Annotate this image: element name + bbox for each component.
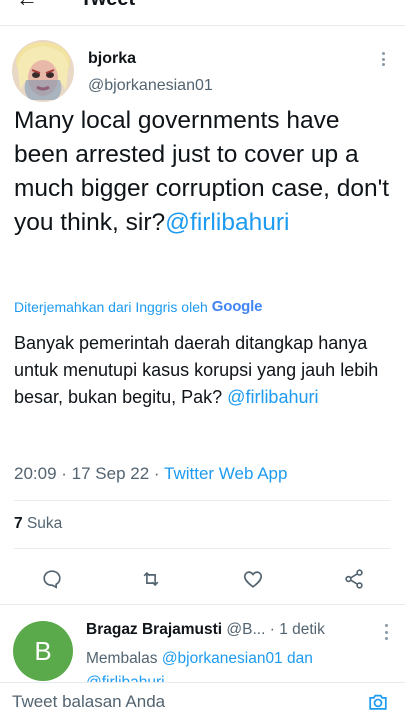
heart-icon[interactable] [240, 566, 266, 592]
reply-composer [0, 682, 405, 720]
more-options-icon[interactable] [375, 48, 391, 70]
translation-body: Banyak pemerintah daerah ditangkap hanya… [14, 333, 379, 407]
share-icon[interactable] [341, 566, 367, 592]
translated-by-label: Diterjemahkan dari Inggris oleh [14, 298, 208, 315]
reply-to-link-2[interactable]: @firlibahuri [86, 674, 165, 682]
top-bar: ← Tweet [0, 0, 405, 26]
tweet-mention-link[interactable]: @firlibahuri [165, 209, 289, 236]
camera-icon[interactable] [367, 691, 389, 713]
comment-icon[interactable] [39, 566, 65, 592]
translation-mention-link[interactable]: @firlibahuri [227, 387, 318, 407]
likes-label: Suka [26, 515, 63, 532]
author-name[interactable]: bjorka [88, 50, 136, 68]
author-handle[interactable]: @bjorkanesian01 [88, 77, 213, 95]
reply-author-name[interactable]: Bragaz Brajamusti [86, 621, 222, 638]
tweet-action-bar [0, 562, 405, 596]
tweet-source-link[interactable]: Twitter Web App [164, 464, 287, 483]
back-arrow-icon[interactable]: ← [16, 0, 38, 12]
divider [14, 500, 390, 501]
section-divider [0, 604, 405, 605]
translation-attribution: Diterjemahkan dari Inggris oleh Google [14, 298, 262, 315]
reply-to-link[interactable]: @bjorkanesian01 dan [162, 650, 313, 667]
avatar[interactable] [12, 40, 74, 102]
likes-count[interactable]: 7 Suka [14, 515, 62, 533]
reply-avatar[interactable]: B [13, 621, 73, 681]
reply-more-options-icon[interactable] [381, 624, 391, 640]
tweet-time[interactable]: 20:09 [14, 464, 57, 483]
page-title: Tweet [80, 0, 135, 11]
likes-number: 7 [14, 515, 23, 532]
reply-header: Bragaz Brajamusti @B... · 1 detik [86, 621, 325, 638]
tweet-meta: 20:09 · 17 Sep 22 · Twitter Web App [14, 464, 288, 483]
reply-author-handle[interactable]: @B... [226, 621, 265, 638]
tweet-date[interactable]: 17 Sep 22 [72, 464, 150, 483]
translation-text: Banyak pemerintah daerah ditangkap hanya… [14, 330, 399, 411]
google-logo: Google [211, 298, 263, 315]
reply-time: 1 detik [279, 621, 325, 638]
reply-item[interactable]: B Bragaz Brajamusti @B... · 1 detik Memb… [0, 612, 405, 682]
divider [14, 548, 390, 549]
reply-input[interactable] [12, 689, 352, 715]
reply-prefix: Membalas [86, 650, 158, 667]
retweet-icon[interactable] [138, 566, 164, 592]
tweet-text: Many local governments have been arreste… [14, 104, 394, 240]
reply-to-line: Membalas @bjorkanesian01 dan @firlibahur… [86, 647, 386, 682]
